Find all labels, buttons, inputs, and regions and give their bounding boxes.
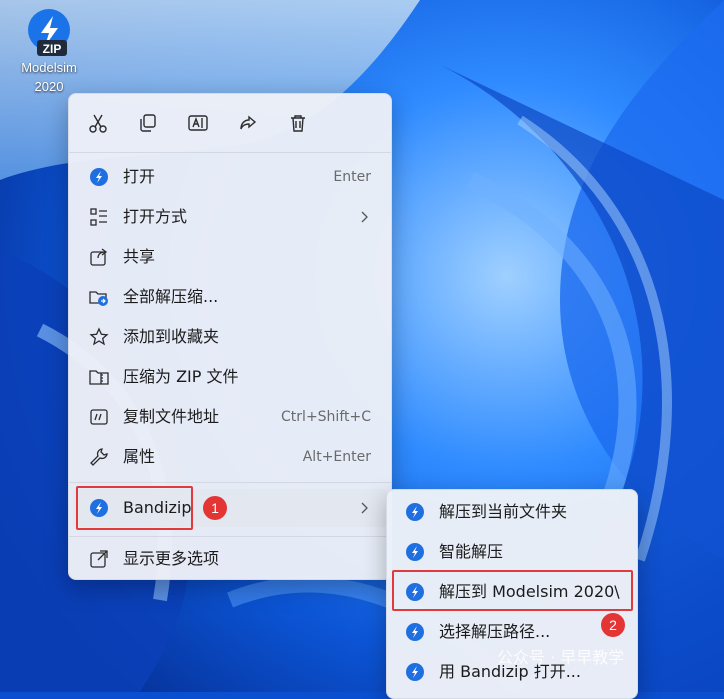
desktop-file-label-line1: Modelsim xyxy=(21,60,77,75)
menu-item-label: 打开 xyxy=(123,167,156,186)
watermark: 公众号 · 早早教学 xyxy=(497,648,625,667)
context-menu-toolbar xyxy=(69,94,391,152)
bandizip-icon xyxy=(90,168,108,186)
rename-button[interactable] xyxy=(183,108,213,138)
submenu-item-label: 选择解压路径... xyxy=(439,622,551,641)
step-badge-2: 2 xyxy=(601,613,625,637)
highlight-box-step1 xyxy=(76,486,193,530)
menu-item-open[interactable]: 打开 Enter xyxy=(73,158,387,196)
delete-icon xyxy=(291,115,305,132)
menu-item-label: 添加到收藏夹 xyxy=(123,327,220,346)
submenu-item-smart-extract[interactable]: 智能解压 xyxy=(391,533,633,571)
chevron-right-icon xyxy=(361,502,368,514)
separator xyxy=(69,536,391,537)
open-with-icon xyxy=(90,208,107,226)
desktop-file-icon[interactable]: ZIP Modelsim 2020 xyxy=(6,6,92,96)
menu-item-open-with[interactable]: 打开方式 xyxy=(73,198,387,236)
copy-path-icon xyxy=(90,409,108,425)
menu-item-shortcut: Ctrl+Shift+C xyxy=(281,409,371,425)
copy-button[interactable] xyxy=(133,108,163,138)
cut-button[interactable] xyxy=(83,108,113,138)
star-icon xyxy=(89,327,109,346)
menu-item-copy-path[interactable]: 复制文件地址 Ctrl+Shift+C xyxy=(73,398,387,436)
share-button[interactable] xyxy=(233,108,263,138)
menu-item-label: 属性 xyxy=(123,447,156,466)
menu-item-show-more-options[interactable]: 显示更多选项 xyxy=(73,540,387,578)
menu-item-label: 打开方式 xyxy=(123,207,188,226)
copy-icon xyxy=(140,114,156,132)
menu-item-compress-zip[interactable]: 压缩为 ZIP 文件 xyxy=(73,358,387,396)
menu-item-label: 全部解压缩... xyxy=(123,287,219,306)
menu-item-label: 压缩为 ZIP 文件 xyxy=(123,367,239,386)
bandizip-icon xyxy=(406,663,424,681)
chevron-right-icon xyxy=(361,211,368,223)
separator xyxy=(69,152,391,153)
step-badge-1: 1 xyxy=(203,496,227,520)
bandizip-icon xyxy=(406,503,424,521)
zip-badge-text: ZIP xyxy=(43,42,62,56)
share-icon xyxy=(240,115,257,130)
menu-item-shortcut: Alt+Enter xyxy=(302,449,371,465)
delete-button[interactable] xyxy=(283,108,313,138)
folder-extract-icon xyxy=(89,291,108,306)
menu-item-share[interactable]: 共享 xyxy=(73,238,387,276)
submenu-item-label: 智能解压 xyxy=(439,542,504,561)
menu-item-label: 复制文件地址 xyxy=(123,407,220,426)
menu-item-label: 共享 xyxy=(123,247,156,266)
menu-item-shortcut: Enter xyxy=(333,169,371,185)
menu-item-extract-all[interactable]: 全部解压缩... xyxy=(73,278,387,316)
highlight-box-step2 xyxy=(392,570,633,611)
share-icon xyxy=(90,248,108,266)
external-link-icon xyxy=(90,550,108,568)
separator xyxy=(69,482,391,483)
wrench-icon xyxy=(90,448,108,466)
cut-icon xyxy=(89,114,107,133)
menu-item-label: 显示更多选项 xyxy=(123,549,220,568)
submenu-item-label: 解压到当前文件夹 xyxy=(439,502,568,521)
submenu-item-extract-here[interactable]: 解压到当前文件夹 xyxy=(391,493,633,531)
menu-item-add-favorites[interactable]: 添加到收藏夹 xyxy=(73,318,387,356)
rename-icon xyxy=(188,115,208,131)
bandizip-icon xyxy=(406,623,424,641)
menu-item-properties[interactable]: 属性 Alt+Enter xyxy=(73,438,387,476)
bandizip-archive-icon: ZIP xyxy=(23,6,75,58)
bandizip-icon xyxy=(406,543,424,561)
zip-folder-icon xyxy=(89,370,109,385)
